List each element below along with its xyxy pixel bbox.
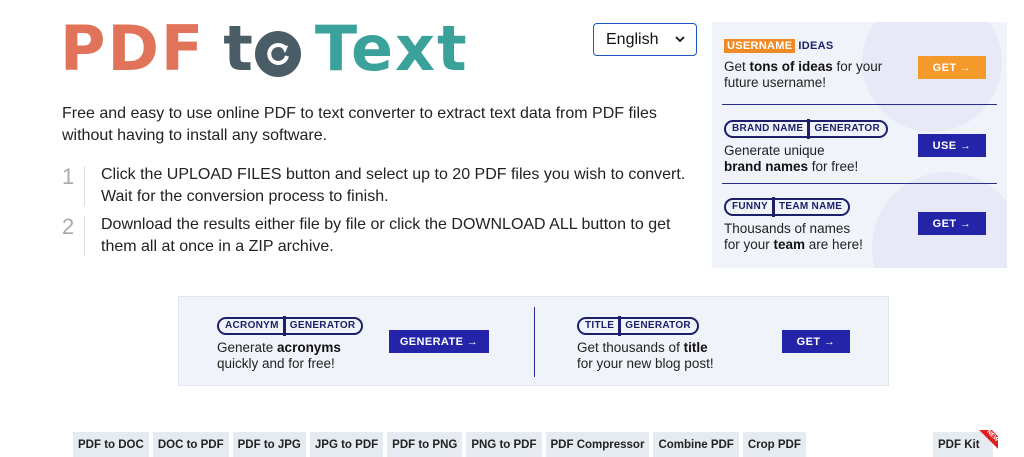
username-ideas-tag: USERNAME IDEAS <box>724 39 836 53</box>
mid-ad-banner: ACRONYM GENERATOR Generate acronyms quick… <box>178 296 889 386</box>
tag-bar <box>807 118 811 139</box>
ad-text: for free! <box>808 158 859 174</box>
tool-pdf-to-png[interactable]: PDF to PNG <box>387 432 463 457</box>
acronym-generator-tag: ACRONYM GENERATOR <box>217 315 364 336</box>
ad-text: Generate <box>217 339 278 355</box>
title-get-button[interactable]: GET → <box>782 330 850 353</box>
ad-team-name[interactable]: FUNNY TEAM NAME Thousands of names for yo… <box>724 196 996 253</box>
ad-text: are here! <box>805 236 863 252</box>
tag-part: GENERATOR <box>625 320 691 331</box>
logo-to: t <box>223 18 301 80</box>
ad-text-bold: tons of ideas <box>749 59 833 74</box>
ad-description: Thousands of names for your team are her… <box>724 221 904 253</box>
step-item: 2 Download the results either file by fi… <box>62 214 702 258</box>
ad-text: Generate unique <box>724 142 825 158</box>
ad-text: future username! <box>724 75 827 90</box>
tool-jpg-to-pdf[interactable]: JPG to PDF <box>309 432 384 457</box>
tool-pdf-compressor[interactable]: PDF Compressor <box>545 432 650 457</box>
chevron-down-icon <box>675 36 685 43</box>
language-select-value: English <box>606 30 659 48</box>
divider <box>722 104 997 105</box>
convert-arrow-icon <box>254 31 301 77</box>
divider <box>722 183 997 184</box>
team-get-button[interactable]: GET → <box>918 212 986 235</box>
step-item: 1 Click the UPLOAD FILES button and sele… <box>62 164 702 208</box>
tool-crop-pdf[interactable]: Crop PDF <box>742 432 806 457</box>
ad-text: quickly and for free! <box>217 355 335 371</box>
tag-part: USERNAME <box>724 39 796 53</box>
step-divider <box>84 166 85 206</box>
ad-title-generator[interactable]: TITLE GENERATOR Get thousands of title fo… <box>577 315 777 372</box>
username-get-button[interactable]: GET → <box>918 56 986 79</box>
ad-text: Thousands of names <box>724 220 851 236</box>
new-badge: NEW <box>978 430 998 450</box>
ad-text: for your <box>832 59 883 74</box>
step-number: 2 <box>62 214 75 239</box>
new-badge-label: NEW <box>978 430 998 450</box>
step-number: 1 <box>62 164 75 189</box>
tool-combine-pdf[interactable]: Combine PDF <box>653 432 739 457</box>
tag-bar <box>771 196 775 217</box>
tag-bar <box>618 315 622 336</box>
ad-description: Get tons of ideas for your future userna… <box>724 59 904 91</box>
step-divider <box>84 216 85 256</box>
ad-description: Get thousands of title for your new blog… <box>577 340 777 372</box>
ad-brand-name-generator[interactable]: BRAND NAME GENERATOR Generate unique bran… <box>724 118 996 175</box>
brand-name-tag: BRAND NAME GENERATOR <box>724 118 889 139</box>
intro-text: Free and easy to use online PDF to text … <box>62 105 657 144</box>
ad-description: Generate acronyms quickly and for free! <box>217 340 397 372</box>
tool-links: PDF to DOC DOC to PDF PDF to JPG JPG to … <box>73 432 806 457</box>
ad-acronym-generator[interactable]: ACRONYM GENERATOR Generate acronyms quick… <box>217 315 397 372</box>
ad-text-bold: title <box>683 339 708 355</box>
ad-text: for your new blog post! <box>577 355 714 371</box>
language-select[interactable]: English <box>593 23 697 56</box>
tag-part: TITLE <box>585 320 615 331</box>
team-name-tag: FUNNY TEAM NAME <box>724 196 851 217</box>
tag-bar <box>282 315 286 336</box>
ad-text-bold: acronyms <box>277 339 341 355</box>
steps-list: 1 Click the UPLOAD FILES button and sele… <box>62 164 702 264</box>
acronym-generate-button[interactable]: GENERATE → <box>389 330 489 353</box>
tool-doc-to-pdf[interactable]: DOC to PDF <box>152 432 229 457</box>
tag-part: GENERATOR <box>814 123 881 134</box>
logo-text: Text <box>314 12 469 85</box>
ad-text: Get thousands of <box>577 339 684 355</box>
tag-part: FUNNY <box>732 201 768 212</box>
brand-use-button[interactable]: USE → <box>918 134 986 157</box>
tool-pdf-to-jpg[interactable]: PDF to JPG <box>232 432 306 457</box>
ad-description: Generate unique brand names for free! <box>724 143 904 175</box>
tag-part: BRAND NAME <box>732 123 804 134</box>
tag-part: ACRONYM <box>225 320 279 331</box>
logo-pdf: PDF <box>60 12 206 85</box>
ad-text: for your <box>724 236 774 252</box>
title-generator-tag: TITLE GENERATOR <box>577 315 699 336</box>
ad-username-ideas[interactable]: USERNAME IDEAS Get tons of ideas for your… <box>724 36 996 91</box>
step-text: Download the results either file by file… <box>101 216 671 255</box>
tool-png-to-pdf[interactable]: PNG to PDF <box>466 432 542 457</box>
step-text: Click the UPLOAD FILES button and select… <box>101 166 686 205</box>
ad-text-bold: team <box>773 236 806 252</box>
side-ad-panel: USERNAME IDEAS Get tons of ideas for your… <box>712 22 1007 268</box>
ad-text: Get <box>724 59 750 74</box>
tag-part: IDEAS <box>798 40 834 52</box>
site-logo[interactable]: PDF t Text <box>60 14 469 84</box>
tool-pdf-to-doc[interactable]: PDF to DOC <box>73 432 149 457</box>
divider <box>534 307 535 377</box>
ad-text-bold: brand names <box>724 158 809 174</box>
logo-t: t <box>223 12 253 85</box>
tag-part: GENERATOR <box>289 320 356 331</box>
tag-part: TEAM NAME <box>778 201 843 212</box>
